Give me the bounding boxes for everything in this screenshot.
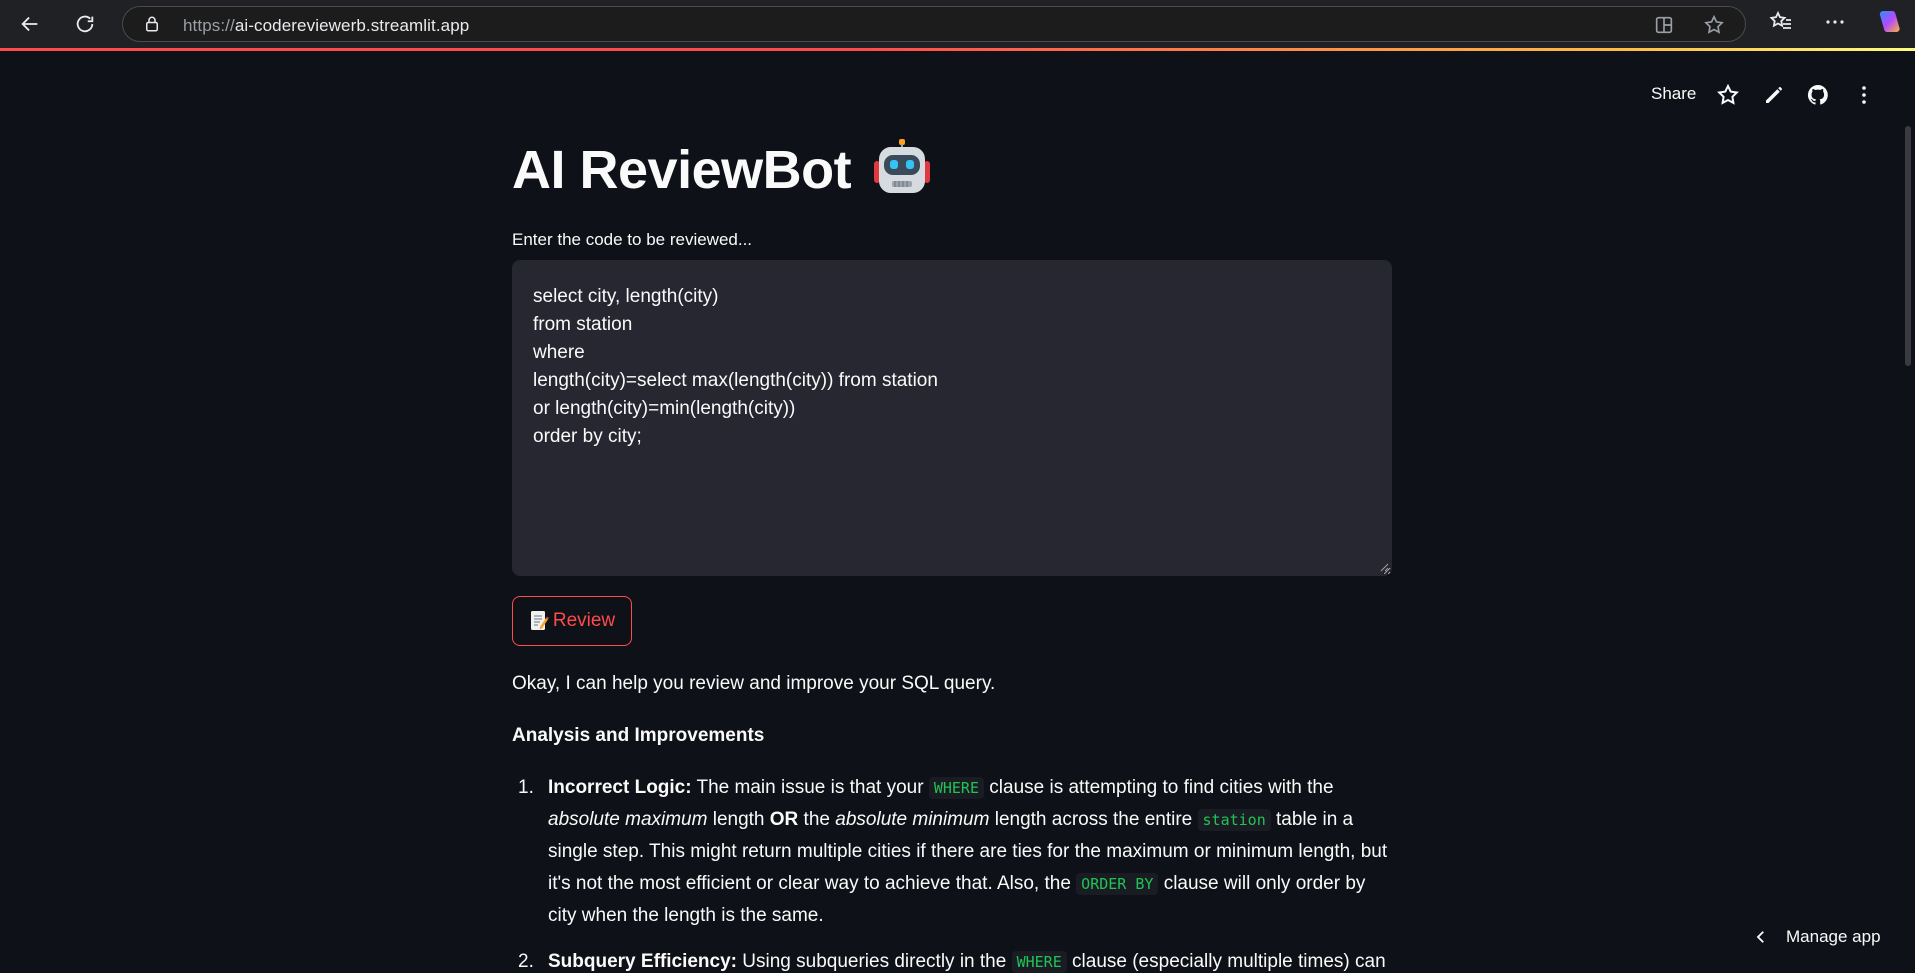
- url-host: ai-codereviewerb.streamlit.app: [234, 16, 470, 35]
- item-emphasis: absolute maximum: [548, 809, 708, 830]
- item-text: Using subqueries directly in the: [737, 951, 1012, 972]
- response-intro: Okay, I can help you review and improve …: [512, 673, 996, 694]
- list-number: 2.: [518, 951, 534, 972]
- reload-button[interactable]: [65, 4, 105, 44]
- reload-icon: [76, 15, 94, 33]
- app-container: Share AI ReviewBot Enter the code to be …: [0, 51, 1915, 973]
- list-item: 1. Incorrect Logic: The main issue is th…: [512, 772, 1392, 932]
- item-text: The main issue is that your: [691, 777, 929, 798]
- manage-app-button[interactable]: Manage app: [1752, 927, 1881, 947]
- item-emphasis: absolute minimum: [835, 809, 990, 830]
- item-lead: Subquery Efficiency:: [548, 951, 737, 972]
- item-text: clause (especially multiple times) can: [1066, 951, 1386, 972]
- pencil-icon[interactable]: [1762, 83, 1786, 107]
- review-button[interactable]: Review: [512, 596, 632, 646]
- github-icon[interactable]: [1806, 83, 1830, 107]
- resize-handle-icon[interactable]: [1379, 562, 1389, 572]
- page-title: AI ReviewBot: [512, 138, 932, 203]
- memo-icon: [530, 611, 549, 630]
- address-bar[interactable]: https://ai-codereviewerb.streamlit.app: [122, 6, 1746, 42]
- response-list: 1. Incorrect Logic: The main issue is th…: [512, 772, 1392, 973]
- copilot-icon[interactable]: [1875, 8, 1903, 36]
- back-icon: [21, 16, 38, 32]
- response-heading: Analysis and Improvements: [512, 725, 765, 746]
- star-icon[interactable]: [1703, 14, 1725, 36]
- item-bold: OR: [769, 809, 799, 830]
- share-button[interactable]: Share: [1651, 84, 1696, 104]
- manage-app-label: Manage app: [1786, 927, 1881, 946]
- item-text: clause is attempting to find cities with…: [984, 777, 1334, 798]
- robot-icon: [873, 138, 930, 193]
- list-item: 2. Subquery Efficiency: Using subqueries…: [512, 946, 1392, 973]
- title-text: AI ReviewBot: [512, 140, 852, 200]
- url-protocol: https://: [183, 16, 235, 35]
- item-lead: Incorrect Logic:: [548, 777, 692, 798]
- url-text[interactable]: https://ai-codereviewerb.streamlit.app: [183, 16, 469, 36]
- scrollbar[interactable]: [1905, 126, 1911, 366]
- inline-code: ORDER BY: [1076, 873, 1159, 895]
- list-number: 1.: [518, 777, 534, 798]
- more-icon[interactable]: [1823, 10, 1847, 34]
- review-response: Okay, I can help you review and improve …: [512, 668, 1392, 973]
- review-button-label: Review: [552, 610, 616, 631]
- chevron-left-icon: [1756, 931, 1764, 943]
- lock-icon[interactable]: [143, 15, 161, 33]
- item-text: length: [707, 809, 770, 830]
- more-vertical-icon[interactable]: [1852, 83, 1876, 107]
- item-text: length across the entire: [989, 809, 1198, 830]
- star-icon[interactable]: [1716, 83, 1740, 107]
- inline-code: WHERE: [1011, 951, 1067, 973]
- inline-code: station: [1197, 809, 1271, 831]
- split-screen-icon[interactable]: [1653, 14, 1675, 36]
- inline-code: WHERE: [928, 777, 984, 799]
- back-button[interactable]: [10, 4, 50, 44]
- item-text: the: [798, 809, 836, 830]
- code-input[interactable]: select city, length(city) from station w…: [512, 260, 1392, 576]
- code-input-label: Enter the code to be reviewed...: [512, 230, 753, 249]
- favorites-icon[interactable]: [1769, 10, 1793, 34]
- browser-toolbar: https://ai-codereviewerb.streamlit.app: [0, 0, 1915, 48]
